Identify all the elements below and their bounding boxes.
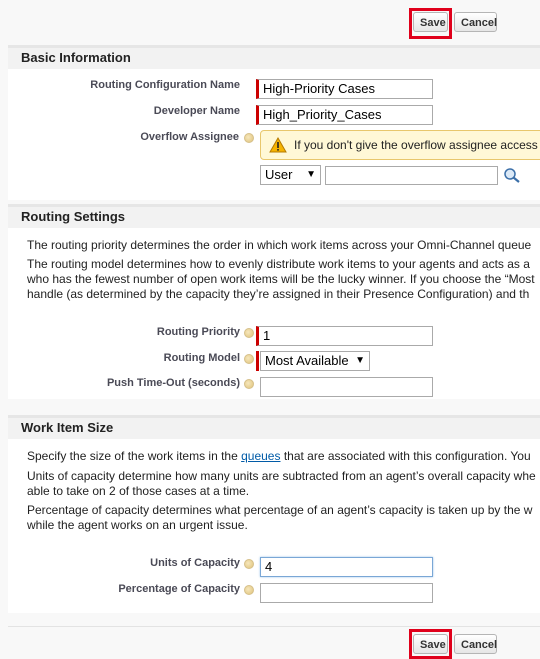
help-icon[interactable] bbox=[244, 354, 254, 364]
routing-description-2c: handle (as determined by the capacity th… bbox=[27, 287, 530, 301]
routing-description-1: The routing priority determines the orde… bbox=[27, 238, 532, 252]
workitem-description-2b: able to take on 2 of those cases at a ti… bbox=[27, 484, 250, 498]
overflow-warning-box: If you don't give the overflow assignee … bbox=[260, 130, 540, 160]
dropdown-arrow-icon: ▼ bbox=[355, 355, 365, 366]
workitem-desc-1-post: that are associated with this configurat… bbox=[280, 449, 531, 463]
overflow-assignee-label: Overflow Assignee bbox=[140, 131, 239, 143]
assignee-lookup-input[interactable] bbox=[325, 166, 498, 185]
bottom-toolbar-divider bbox=[8, 626, 540, 627]
percentage-of-capacity-input[interactable] bbox=[260, 583, 433, 603]
help-icon[interactable] bbox=[244, 379, 254, 389]
lookup-icon[interactable] bbox=[503, 167, 521, 183]
overflow-warning-text: If you don't give the overflow assignee … bbox=[294, 138, 538, 152]
push-timeout-input[interactable] bbox=[260, 377, 433, 397]
workitem-description-3b: while the agent works on an urgent issue… bbox=[27, 518, 248, 532]
workitem-desc-1-pre: Specify the size of the work items in th… bbox=[27, 449, 242, 463]
routing-priority-input[interactable]: 1 bbox=[256, 326, 433, 346]
top-cancel-button[interactable]: Cancel bbox=[454, 12, 497, 32]
work-item-size-title: Work Item Size bbox=[21, 420, 114, 435]
routing-settings-header: Routing Settings bbox=[8, 204, 540, 228]
routing-priority-label: Routing Priority bbox=[156, 326, 240, 338]
units-of-capacity-label: Units of Capacity bbox=[150, 557, 240, 569]
workitem-description-2a: Units of capacity determine how many uni… bbox=[27, 469, 536, 483]
developer-name-input[interactable]: High_Priority_Cases bbox=[256, 105, 433, 125]
bottom-cancel-button[interactable]: Cancel bbox=[454, 634, 497, 654]
help-icon[interactable] bbox=[244, 328, 254, 338]
dropdown-arrow-icon: ▼ bbox=[306, 169, 316, 180]
routing-config-name-input[interactable]: High-Priority Cases bbox=[256, 79, 433, 99]
push-timeout-label: Push Time-Out (seconds) bbox=[106, 377, 240, 389]
routing-model-label: Routing Model bbox=[163, 352, 240, 364]
routing-description-2a: The routing model determines how to even… bbox=[27, 257, 530, 271]
routing-config-name-label: Routing Configuration Name bbox=[90, 79, 240, 91]
work-item-size-header: Work Item Size bbox=[8, 415, 540, 439]
bottom-save-button[interactable]: Save bbox=[413, 634, 448, 654]
assignee-type-select[interactable]: User ▼ bbox=[260, 165, 321, 185]
workitem-description-1: Specify the size of the work items in th… bbox=[27, 449, 531, 464]
workitem-description-3a: Percentage of capacity determines what p… bbox=[27, 503, 533, 517]
routing-model-value: Most Available bbox=[265, 353, 349, 368]
routing-settings-title: Routing Settings bbox=[21, 209, 125, 224]
developer-name-label: Developer Name bbox=[153, 105, 240, 117]
help-icon[interactable] bbox=[244, 585, 254, 595]
help-icon[interactable] bbox=[244, 133, 254, 143]
basic-information-header: Basic Information bbox=[8, 45, 540, 69]
top-save-button[interactable]: Save bbox=[413, 12, 448, 32]
percentage-of-capacity-label: Percentage of Capacity bbox=[118, 583, 240, 595]
warning-icon bbox=[269, 137, 287, 153]
units-of-capacity-input[interactable]: 4 bbox=[260, 557, 433, 577]
assignee-type-value: User bbox=[265, 167, 293, 182]
routing-settings-body bbox=[8, 228, 540, 399]
help-icon[interactable] bbox=[244, 559, 254, 569]
routing-model-select[interactable]: Most Available ▼ bbox=[260, 351, 370, 371]
routing-model-required-bar bbox=[256, 351, 259, 371]
basic-information-title: Basic Information bbox=[21, 50, 131, 65]
queues-link[interactable]: queues bbox=[241, 449, 280, 463]
routing-description-2b: who has the fewest number of open work i… bbox=[27, 272, 535, 286]
